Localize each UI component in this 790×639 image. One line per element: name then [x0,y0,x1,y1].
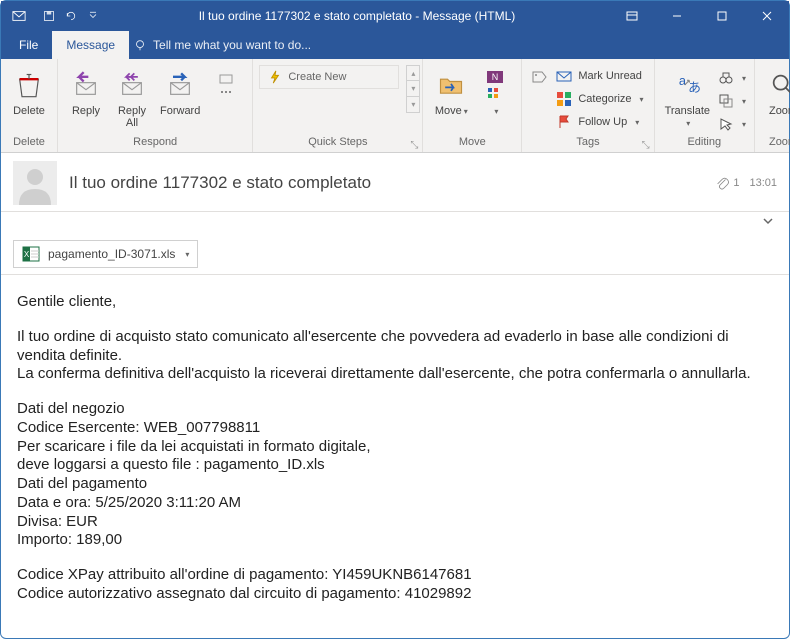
ribbon-options-icon[interactable] [609,1,654,31]
group-editing: aあ Translate▾ ▾ ▾ ▾ Editing [655,59,755,152]
zoom-button[interactable]: Zoom [761,65,790,129]
reply-all-button[interactable]: Reply All [110,65,154,129]
message-subject: Il tuo ordine 1177302 e stato completato [69,173,715,193]
body-currency: Divisa: EUR [17,513,773,532]
svg-text:X: X [24,250,30,259]
message-header: Il tuo ordine 1177302 e stato completato… [1,153,789,212]
delete-button[interactable]: Delete [7,65,51,129]
quick-steps-up[interactable]: ▴ [406,65,420,81]
message-time: 13:01 [749,177,777,189]
paperclip-icon [715,176,729,190]
reply-all-icon [118,71,146,99]
respond-more-button[interactable] [206,65,246,129]
quick-steps-launcher[interactable]: ⤡ [410,140,420,150]
attachment-bar: X pagamento_ID-3071.xls ▾ [1,234,789,275]
delete-icon [15,71,43,99]
body-shop-title: Dati del negozio [17,400,773,419]
group-zoom: Zoom Zoom [755,59,790,152]
actions-icon [486,86,504,100]
window-title: Il tuo ordine 1177302 e stato completato… [105,9,609,23]
body-amount: Importo: 189,00 [17,531,773,550]
body-datetime: Data e ora: 5/25/2020 3:11:20 AM [17,494,773,513]
body-auth: Codice autorizzativo assegnato dal circu… [17,585,773,604]
attachment-dropdown-icon: ▾ [185,250,189,259]
ribbon: Delete Delete Reply Reply All Forward [1,59,789,153]
chevron-down-icon [762,215,774,227]
close-icon[interactable] [744,1,789,31]
translate-button[interactable]: aあ Translate▾ [661,65,714,130]
onenote-icon: N [486,70,504,84]
forward-button[interactable]: Forward [156,65,204,129]
attachment-chip[interactable]: X pagamento_ID-3071.xls ▾ [13,240,198,268]
lightning-icon [268,70,282,84]
qat-chevron-icon[interactable] [87,10,99,22]
undo-icon[interactable] [65,10,77,22]
body-shop-code: Codice Esercente: WEB_007798811 [17,419,773,438]
minimize-icon[interactable] [654,1,699,31]
body-xpay: Codice XPay attribuito all'ordine di pag… [17,566,773,585]
categorize-icon [556,91,572,107]
categorize-button[interactable]: Categorize▾ [552,88,647,110]
more-icon [218,71,234,99]
quick-steps-down[interactable]: ▾ [406,81,420,97]
svg-text:あ: あ [688,80,701,95]
mark-unread-button[interactable]: Mark Unread [552,65,647,87]
chevron-down-icon: ▾ [464,107,468,116]
select-icon [718,116,734,132]
message-body: Gentile cliente, Il tuo ordine di acquis… [1,275,789,638]
quick-steps-expand[interactable]: ▾ [406,97,420,113]
reply-icon [72,71,100,99]
attachment-indicator: 1 [715,176,739,190]
mark-unread-icon [556,68,572,84]
move-folder-icon [437,71,465,99]
app-icon [1,9,37,23]
tab-message[interactable]: Message [52,31,129,59]
follow-up-button[interactable]: Follow Up▾ [552,111,647,133]
group-respond: Reply Reply All Forward Respond [58,59,253,152]
find-button[interactable]: ▾ [716,67,748,89]
avatar-icon [13,161,57,205]
ribbon-tabs: File Message Tell me what you want to do… [1,31,789,59]
svg-text:a: a [679,73,687,88]
save-icon[interactable] [43,10,55,22]
bulb-icon [133,38,147,52]
tell-me-label: Tell me what you want to do... [153,38,311,52]
body-dl2: deve loggarsi a questo file : pagamento_… [17,456,773,475]
create-new-quick-step[interactable]: Create New [259,65,399,89]
body-p2: La conferma definitiva dell'acquisto la … [17,365,773,384]
related-icon [718,93,734,109]
body-p1: Il tuo ordine di acquisto stato comunica… [17,328,773,366]
header-expand-button[interactable] [759,212,777,230]
forward-icon [166,71,194,99]
binoculars-icon [718,70,734,86]
svg-text:N: N [492,72,499,82]
maximize-icon[interactable] [699,1,744,31]
group-tags: Mark Unread Categorize▾ Follow Up▾ Tags … [522,59,654,152]
group-move: Move▾ N ▾ Move [423,59,522,152]
move-button[interactable]: Move▾ [429,65,473,129]
flag-icon [556,114,572,130]
tags-launcher[interactable]: ⤡ [642,140,652,150]
sender-avatar [13,161,57,205]
body-pay-title: Dati del pagamento [17,475,773,494]
body-dl1: Per scaricare i file da lei acquistati i… [17,438,773,457]
reply-button[interactable]: Reply [64,65,108,129]
move-actions-button[interactable]: N ▾ [475,65,515,129]
titlebar: Il tuo ordine 1177302 e stato completato… [1,1,789,31]
tag-icon [530,69,548,93]
attachment-name: pagamento_ID-3071.xls [48,247,175,261]
body-greeting: Gentile cliente, [17,293,773,312]
tags-flag-button[interactable] [528,65,550,93]
select-button[interactable]: ▾ [716,113,748,135]
translate-icon: aあ [673,71,701,99]
group-quick-steps: Create New ▴ ▾ ▾ Quick Steps ⤡ [253,59,423,152]
excel-file-icon: X [22,245,40,263]
group-delete: Delete Delete [1,59,58,152]
related-button[interactable]: ▾ [716,90,748,112]
tab-file[interactable]: File [5,31,52,59]
zoom-icon [769,71,790,99]
tell-me-search[interactable]: Tell me what you want to do... [133,38,311,52]
